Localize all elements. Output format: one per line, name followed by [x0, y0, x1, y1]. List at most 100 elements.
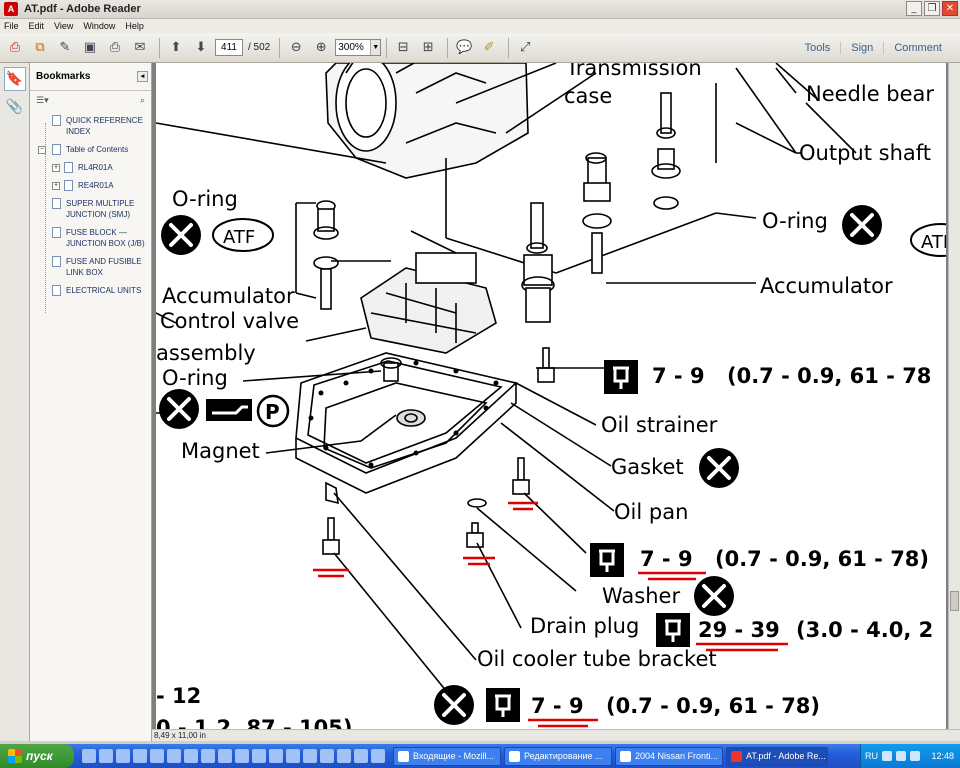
full-screen-icon[interactable]: ⤢	[514, 37, 536, 59]
quick-launch-icon[interactable]	[269, 749, 283, 763]
next-page-icon[interactable]: ⬇	[190, 37, 212, 59]
quick-launch-icon[interactable]	[82, 749, 96, 763]
collapse-icon[interactable]: −	[38, 146, 46, 154]
label-transmission: Transmission	[565, 63, 702, 80]
bookmark-page-icon	[52, 227, 61, 238]
save-icon[interactable]: ▣	[79, 37, 101, 59]
quick-launch-icon[interactable]	[201, 749, 215, 763]
start-button[interactable]: пуск	[0, 744, 74, 768]
tray-icon[interactable]	[896, 751, 906, 761]
bookmark-item[interactable]: + RE4R01A	[30, 180, 151, 191]
attachments-panel-icon[interactable]: 📎	[4, 95, 26, 119]
previous-page-icon[interactable]: ⬆	[165, 37, 187, 59]
torque-1-main: 7 - 9	[652, 364, 705, 388]
minimize-button[interactable]: _	[906, 1, 922, 16]
bookmark-item[interactable]: SUPER MULTIPLE JUNCTION (SMJ)	[30, 198, 151, 220]
quick-launch-icon[interactable]	[99, 749, 113, 763]
torque-wrench-icon	[656, 613, 690, 647]
comment-icon[interactable]: 💬	[453, 37, 475, 59]
menu-window[interactable]: Window	[83, 21, 115, 31]
quick-launch-icon[interactable]	[184, 749, 198, 763]
bookmark-item[interactable]: QUICK REFERENCE INDEX	[30, 115, 151, 137]
x-circle-icon	[159, 389, 199, 429]
quick-launch-icon[interactable]	[150, 749, 164, 763]
adobe-reader-icon: A	[4, 2, 18, 16]
quick-launch-icon[interactable]	[354, 749, 368, 763]
vertical-scrollbar[interactable]	[948, 63, 960, 741]
bookmarks-panel-icon[interactable]: 🔖	[3, 67, 26, 91]
comment-link[interactable]: Comment	[883, 42, 952, 54]
toolbar: ⎙ ⧉ ✎ ▣ ⎙ ✉ ⬆ ⬇ 411 / 502 ⊖ ⊕ 300% ▼ ⊟ ⊞…	[0, 33, 960, 63]
combine-files-icon[interactable]: ⧉	[29, 37, 51, 59]
quick-launch-icon[interactable]	[371, 749, 385, 763]
language-indicator[interactable]: RU	[865, 751, 878, 761]
torque-wrench-icon	[590, 543, 624, 577]
bookmark-page-icon	[64, 180, 73, 191]
menu-edit[interactable]: Edit	[29, 21, 45, 31]
menu-help[interactable]: Help	[125, 21, 144, 31]
task-label: 2004 Nissan Fronti...	[635, 751, 719, 761]
edit-icon[interactable]: ✎	[54, 37, 76, 59]
sign-link[interactable]: Sign	[840, 42, 883, 54]
bookmark-item[interactable]: ELECTRICAL UNITS	[30, 285, 151, 296]
zoom-in-icon[interactable]: ⊕	[310, 37, 332, 59]
taskbar-item-folder[interactable]: 2004 Nissan Fronti...	[615, 746, 723, 766]
menu-file[interactable]: File	[4, 21, 19, 31]
fit-width-icon[interactable]: ⊞	[417, 37, 439, 59]
options-menu-icon[interactable]: ☰▾	[36, 96, 49, 106]
zoom-value: 300%	[338, 42, 364, 53]
quick-launch-icon[interactable]	[303, 749, 317, 763]
bookmark-label: RE4R01A	[78, 181, 114, 190]
bookmark-item[interactable]: + RL4R01A	[30, 162, 151, 173]
menu-view[interactable]: View	[54, 21, 73, 31]
quick-launch-icon[interactable]	[252, 749, 266, 763]
bookmark-item[interactable]: − Table of Contents	[30, 144, 151, 155]
create-pdf-icon[interactable]: ⎙	[4, 37, 26, 59]
tray-icon[interactable]	[882, 751, 892, 761]
bookmark-item[interactable]: FUSE BLOCK — JUNCTION BOX (J/B)	[30, 227, 151, 249]
p-circle-icon: P	[256, 394, 290, 428]
email-icon[interactable]: ✉	[129, 37, 151, 59]
quick-launch-icon[interactable]	[320, 749, 334, 763]
page-number-input[interactable]: 411	[215, 39, 243, 56]
tray-icon[interactable]	[910, 751, 920, 761]
highlight-icon[interactable]: ✐	[478, 37, 500, 59]
expand-icon[interactable]: +	[52, 164, 60, 172]
task-label: Редактирование ...	[524, 751, 603, 761]
print-icon[interactable]: ⎙	[104, 37, 126, 59]
close-button[interactable]: ✕	[942, 1, 958, 16]
expand-icon[interactable]: +	[52, 182, 60, 190]
quick-launch-icon[interactable]	[235, 749, 249, 763]
quick-launch-icon[interactable]	[133, 749, 147, 763]
zoom-out-icon[interactable]: ⊖	[285, 37, 307, 59]
quick-launch-icon[interactable]	[218, 749, 232, 763]
collapse-panel-icon[interactable]: ◂	[137, 71, 148, 82]
bookmark-page-icon	[52, 285, 61, 296]
restore-button[interactable]: ❐	[924, 1, 940, 16]
fit-page-icon[interactable]: ⊟	[392, 37, 414, 59]
navigation-pane: 🔖 📎	[0, 63, 30, 741]
scrollbar-thumb[interactable]	[950, 591, 959, 611]
atf-right-text: ATF	[921, 232, 946, 253]
quick-launch-icon[interactable]	[167, 749, 181, 763]
document-view[interactable]: Transmission case Needle bear Output sha…	[152, 63, 960, 741]
quick-launch-icon[interactable]	[286, 749, 300, 763]
page-size-status: 8,49 x 11,00 in	[152, 729, 960, 741]
taskbar-item-editor[interactable]: Редактирование ...	[504, 746, 612, 766]
expand-bookmark-icon[interactable]: ⌕	[140, 96, 145, 106]
bookmark-item[interactable]: FUSE AND FUSIBLE LINK BOX	[30, 256, 151, 278]
label-oil-cooler-tube-bracket: Oil cooler tube bracket	[477, 647, 717, 671]
x-circle-icon	[842, 205, 882, 245]
taskbar-item-adobe-reader[interactable]: AT.pdf - Adobe Re...	[726, 746, 828, 766]
label-oil-strainer: Oil strainer	[601, 413, 718, 437]
quick-launch-icon[interactable]	[337, 749, 351, 763]
taskbar-item-mail[interactable]: Входящие - Mozill...	[393, 746, 501, 766]
bookmark-page-icon	[52, 115, 61, 126]
zoom-select[interactable]: 300% ▼	[335, 39, 382, 56]
quick-launch-icon[interactable]	[116, 749, 130, 763]
tools-link[interactable]: Tools	[795, 42, 841, 54]
bookmark-page-icon	[52, 144, 61, 155]
task-icon	[398, 750, 409, 762]
torque-2-main: 7 - 9	[640, 547, 693, 571]
bookmark-label: FUSE BLOCK — JUNCTION BOX (J/B)	[66, 228, 145, 248]
